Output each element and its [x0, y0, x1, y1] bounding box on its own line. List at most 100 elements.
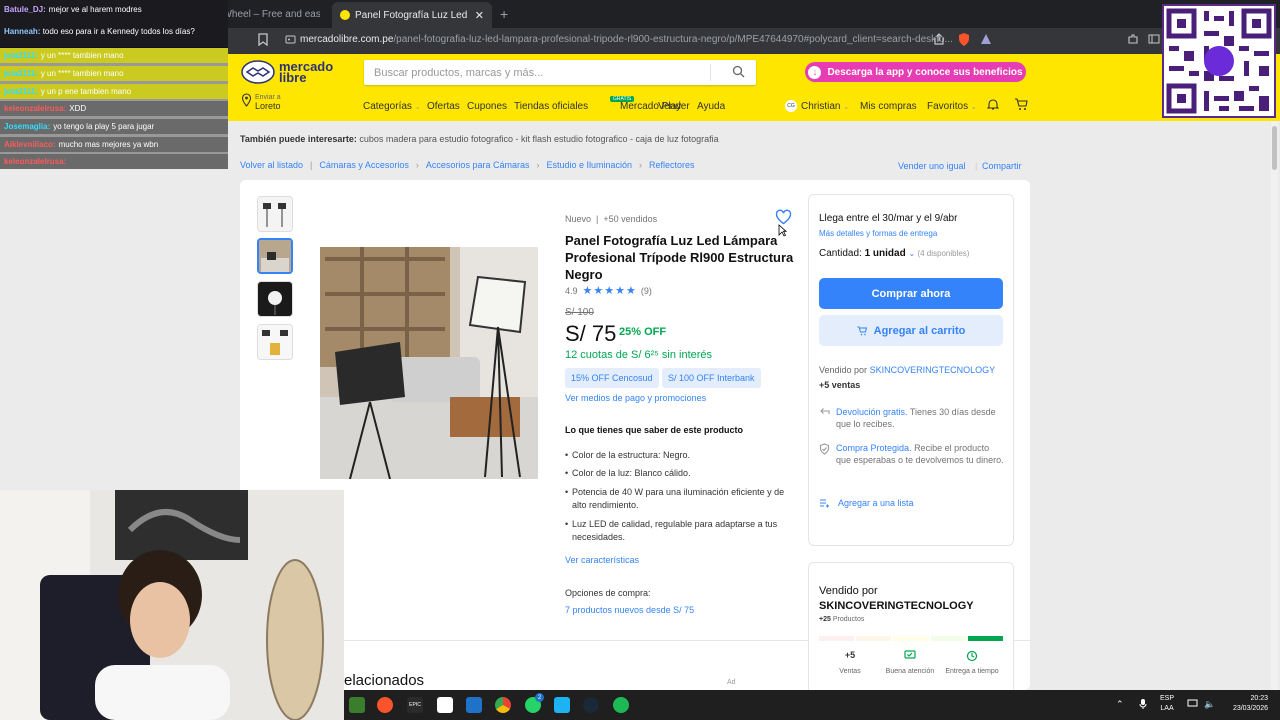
main-product-image[interactable] — [320, 247, 538, 479]
brave-shield-icon[interactable] — [957, 32, 971, 47]
promo-interbank[interactable]: S/ 100 OFF Interbank — [662, 368, 761, 388]
nav-ofertas[interactable]: Ofertas — [427, 101, 460, 112]
sold-by: Vendido por SKINCOVERINGTECNOLOGY — [819, 365, 995, 375]
seller-card-name[interactable]: SKINCOVERINGTECNOLOGY — [819, 599, 974, 614]
close-tab-icon[interactable]: ✕ — [475, 9, 484, 22]
yape-qr-code — [1162, 4, 1276, 118]
chat-user: jota2111: — [4, 87, 38, 96]
breadcrumb-estudio[interactable]: Estudio e Iluminación — [546, 160, 632, 170]
app-download-banner[interactable]: ↓ Descarga la app y conoce sus beneficio… — [805, 62, 1026, 82]
reputation-segment-lightgreen — [930, 636, 966, 641]
feature-text: Potencia de 40 W para una iluminación ef… — [572, 487, 785, 510]
buy-options-link[interactable]: 7 productos nuevos desde S/ 75 — [565, 605, 694, 615]
quantity-selector[interactable]: Cantidad: 1 unidad ⌄ (4 disponibles) — [819, 248, 969, 259]
add-to-list-link[interactable]: Agregar a una lista — [838, 498, 914, 508]
search-icon[interactable] — [732, 65, 745, 78]
related-searches-links[interactable]: cubos madera para estudio fotografico - … — [359, 134, 718, 144]
search-input[interactable] — [364, 60, 714, 85]
nav-mis-compras[interactable]: Mis compras — [860, 101, 917, 112]
nav-categorias[interactable]: Categorías ⌄ — [363, 101, 421, 112]
cart-icon[interactable] — [1014, 98, 1028, 111]
scrollbar-thumb[interactable] — [1272, 126, 1277, 170]
new-tab-button[interactable]: + — [500, 6, 508, 22]
spotify-icon[interactable] — [613, 697, 629, 713]
chevron-down-icon: ⌄ — [970, 104, 977, 111]
seller-delivery-label: Entrega a tiempo — [945, 668, 999, 675]
add-to-cart-button[interactable]: Agregar al carrito — [819, 315, 1003, 346]
page-scrollbar[interactable] — [1271, 121, 1278, 690]
thumbnail-1[interactable] — [257, 196, 293, 232]
clock[interactable]: 20:23 23/03/2026 — [1222, 694, 1268, 714]
payment-methods-link[interactable]: Ver medios de pago y promociones — [565, 393, 706, 403]
display-icon[interactable] — [1187, 699, 1198, 708]
feature-item: Color de la estructura: Negro. — [565, 449, 795, 462]
share-page-icon[interactable] — [933, 33, 945, 45]
language-indicator[interactable]: ESP LAA — [1160, 694, 1174, 714]
calculator-icon[interactable] — [466, 697, 482, 713]
breadcrumb-camaras[interactable]: Cámaras y Accesorios — [319, 160, 409, 170]
user-menu[interactable]: Christian ⌄ — [801, 101, 849, 112]
see-features-link[interactable]: Ver características — [565, 555, 639, 565]
notifications-bell-icon[interactable] — [987, 98, 999, 111]
return-link[interactable]: Devolución gratis. — [836, 407, 908, 417]
thumbnail-3[interactable] — [257, 281, 293, 317]
feature-item: Luz LED de calidad, regulable para adapt… — [565, 518, 795, 544]
product-rating[interactable]: 4.9 ★ ★ ★ ★ ★ (9) — [565, 284, 652, 297]
user-avatar[interactable]: CG — [785, 100, 797, 112]
chat-text: y un **** tambien mano — [40, 69, 124, 78]
nav-favoritos[interactable]: Favoritos ⌄ — [927, 101, 977, 112]
keyboard-layout: LAA — [1160, 705, 1174, 712]
nav-tiendas-oficiales[interactable]: Tiendas oficiales — [514, 101, 588, 112]
bookmark-icon[interactable] — [258, 33, 268, 46]
promo-cencosud[interactable]: 15% OFF Cencosud — [565, 368, 659, 388]
chrome-icon[interactable] — [495, 697, 511, 713]
nav-cupones[interactable]: Cupones — [467, 101, 507, 112]
microphone-icon[interactable] — [1139, 698, 1147, 710]
app-download-text: Descarga la app y conoce sus beneficios — [827, 66, 1023, 78]
delivery-location[interactable]: Enviar a Loreto — [241, 93, 281, 111]
favorite-heart-icon[interactable] — [775, 209, 792, 225]
chat-text: yo tengo la play 5 para jugar — [53, 122, 155, 131]
buy-now-button[interactable]: Comprar ahora — [819, 278, 1003, 309]
delivery-details-link[interactable]: Más detalles y formas de entrega — [819, 229, 937, 238]
chat-user: Hanneah: — [4, 26, 41, 36]
qr-pattern-icon — [1166, 8, 1272, 114]
back-to-list-link[interactable]: Volver al listado — [240, 160, 303, 170]
thumbnail-4[interactable] — [257, 324, 293, 360]
tab-mercadolibre[interactable]: Panel Fotografía Luz Led Lámpar ✕ — [332, 2, 492, 28]
epic-games-icon[interactable]: EPIC — [407, 697, 423, 713]
breadcrumb-accesorios[interactable]: Accesorios para Cámaras — [426, 160, 530, 170]
extensions-icon[interactable] — [1127, 33, 1139, 45]
brave-rewards-icon[interactable] — [980, 33, 992, 45]
product-condition: Nuevo | +50 vendidos — [565, 214, 658, 224]
url-field[interactable]: mercadolibre.com.pe/panel-fotografia-luz… — [300, 34, 953, 45]
search-box[interactable] — [364, 60, 756, 85]
minecraft-icon[interactable] — [349, 697, 365, 713]
app-icon[interactable] — [437, 697, 453, 713]
breadcrumb-separator: | — [310, 160, 313, 170]
breadcrumb-reflectores[interactable]: Reflectores — [649, 160, 695, 170]
seller-link[interactable]: SKINCOVERINGTECNOLOGY — [870, 365, 996, 375]
sidebar-icon[interactable] — [1148, 33, 1160, 45]
volume-icon[interactable]: 🔈 — [1204, 699, 1215, 710]
nav-vender[interactable]: Vender — [658, 101, 690, 112]
chat-text: y un **** tambien mano — [40, 51, 124, 60]
mercadolibre-logo[interactable]: mercado libre — [241, 60, 333, 84]
reputation-segment-orange — [856, 636, 892, 641]
chat-user: Josemaglia: — [4, 122, 51, 131]
sell-same-link[interactable]: Vender uno igual — [898, 161, 966, 171]
share-link[interactable]: Compartir — [982, 161, 1022, 171]
location-pin-icon — [241, 93, 252, 107]
tray-chevron-up-icon[interactable]: ⌃ — [1116, 699, 1124, 710]
nav-ayuda[interactable]: Ayuda — [697, 101, 725, 112]
protection-link[interactable]: Compra Protegida. — [836, 443, 912, 453]
thumbnail-2[interactable] — [257, 238, 293, 274]
steam-icon[interactable] — [583, 697, 599, 713]
chat-message: Aiklevniliaco: mucho mas mejores ya wbn — [0, 137, 228, 152]
whatsapp-badge: 2 — [535, 693, 544, 702]
brave-browser-icon[interactable] — [377, 697, 393, 713]
site-info-icon[interactable] — [285, 34, 296, 45]
feature-text: Color de la estructura: Negro. — [572, 450, 691, 460]
feature-text: Color de la luz: Blanco cálido. — [572, 468, 691, 478]
notepad-icon[interactable] — [554, 697, 570, 713]
